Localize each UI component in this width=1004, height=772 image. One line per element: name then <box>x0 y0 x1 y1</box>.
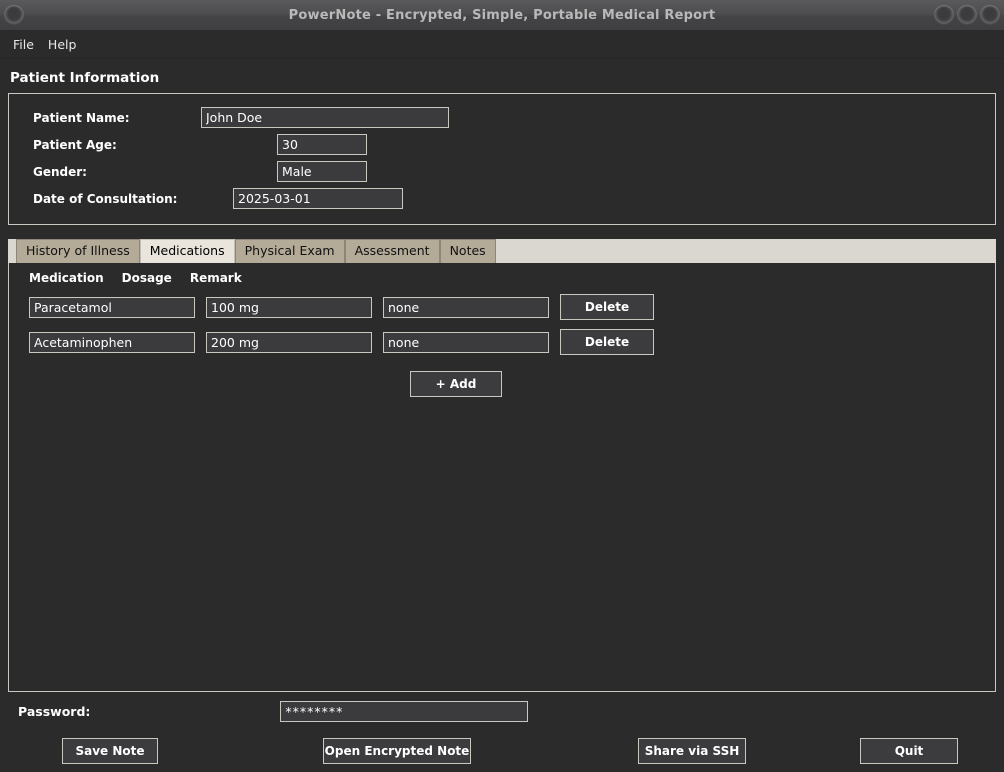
window-title: PowerNote - Encrypted, Simple, Portable … <box>288 7 716 23</box>
date-of-consultation-label: Date of Consultation: <box>33 191 178 206</box>
column-header-dosage: Dosage <box>121 271 172 285</box>
patient-age-label: Patient Age: <box>33 137 117 152</box>
tab-history-of-illness[interactable]: History of Illness <box>16 239 140 263</box>
medication-dosage-input[interactable] <box>206 331 372 353</box>
gender-label: Gender: <box>33 164 87 179</box>
bottom-section: Password: Save Note Open Encrypted Note … <box>8 692 996 772</box>
page-title: Patient Information <box>10 70 160 86</box>
column-header-remark: Remark <box>189 271 242 285</box>
patient-name-label: Patient Name: <box>33 110 130 125</box>
save-note-button[interactable]: Save Note <box>62 738 158 764</box>
minimize-button[interactable] <box>934 5 954 25</box>
column-header-medication: Medication <box>29 271 104 285</box>
tab-notes[interactable]: Notes <box>439 239 496 263</box>
medication-remark-input[interactable] <box>383 296 549 318</box>
medication-dosage-input[interactable] <box>206 296 372 318</box>
patient-age-row: Patient Age: <box>21 131 983 158</box>
close-button[interactable] <box>980 5 1000 25</box>
tab-section: History of Illness Medications Physical … <box>8 239 996 692</box>
password-row: Password: <box>8 692 996 730</box>
window-titlebar: PowerNote - Encrypted, Simple, Portable … <box>0 0 1004 31</box>
menubar: File Help <box>0 31 1004 59</box>
patient-name-input[interactable] <box>201 107 449 128</box>
tabstrip: History of Illness Medications Physical … <box>8 239 996 263</box>
medications-column-headers: Medication Dosage Remark <box>19 271 985 285</box>
menu-item-file[interactable]: File <box>6 34 41 55</box>
maximize-button[interactable] <box>957 5 977 25</box>
share-via-ssh-button[interactable]: Share via SSH <box>638 738 746 764</box>
gender-row: Gender: <box>21 158 983 185</box>
medication-row: Delete <box>19 294 985 320</box>
medication-name-input[interactable] <box>29 331 195 353</box>
tab-assessment[interactable]: Assessment <box>344 239 440 263</box>
titlebar-left-buttons <box>4 0 24 30</box>
add-medication-button[interactable]: + Add <box>410 371 502 397</box>
patient-age-input[interactable] <box>277 134 367 155</box>
quit-button[interactable]: Quit <box>860 738 958 764</box>
medication-name-input[interactable] <box>29 296 195 318</box>
patient-information-group: Patient Name: Patient Age: Gender: Date … <box>8 93 996 225</box>
open-encrypted-note-button[interactable]: Open Encrypted Note <box>323 738 471 764</box>
app-body: Patient Information Patient Name: Patien… <box>0 59 1004 772</box>
titlebar-right-buttons <box>934 0 1000 30</box>
tab-physical-exam[interactable]: Physical Exam <box>234 239 345 263</box>
medication-row: Delete <box>19 329 985 355</box>
add-medication-row: + Add <box>19 371 985 397</box>
tab-medications[interactable]: Medications <box>139 239 235 263</box>
password-label: Password: <box>18 703 91 719</box>
delete-medication-button[interactable]: Delete <box>560 329 654 355</box>
patient-name-row: Patient Name: <box>21 104 983 131</box>
menu-item-help[interactable]: Help <box>41 34 84 55</box>
date-of-consultation-row: Date of Consultation: <box>21 185 983 212</box>
medications-tab-panel: Medication Dosage Remark Delete Delete +… <box>8 263 996 692</box>
window-menu-button[interactable] <box>4 5 24 25</box>
action-buttons-bar: Save Note Open Encrypted Note Share via … <box>8 730 996 772</box>
delete-medication-button[interactable]: Delete <box>560 294 654 320</box>
date-of-consultation-input[interactable] <box>233 188 403 209</box>
gender-input[interactable] <box>277 161 367 182</box>
medication-remark-input[interactable] <box>383 331 549 353</box>
password-input[interactable] <box>280 700 529 722</box>
